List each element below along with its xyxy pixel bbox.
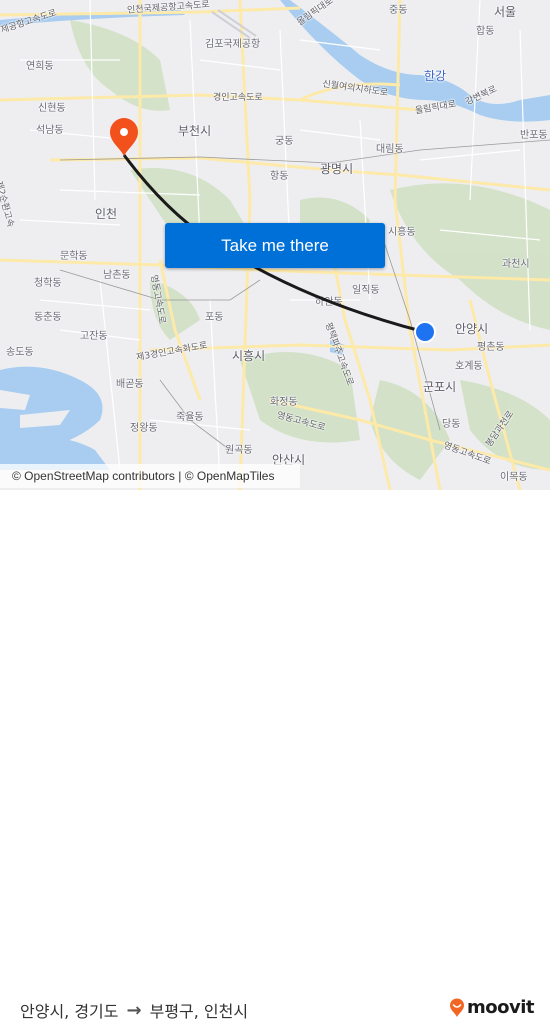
origin-label: 안양시, 경기도 xyxy=(20,1002,119,1021)
route-summary: 안양시, 경기도 → 부평구, 인천시 xyxy=(20,998,248,1022)
take-me-there-button[interactable]: Take me there xyxy=(165,223,385,268)
moovit-logo[interactable]: moovit xyxy=(449,997,535,1018)
arrow-right-icon: → xyxy=(126,999,142,1021)
moovit-pin-icon xyxy=(450,998,464,1017)
map[interactable]: 인천국제공항고속도로 제공항고속도로 김포국제공항 연희동 경인고속도로 신현동… xyxy=(0,0,550,490)
moovit-wordmark: moovit xyxy=(467,997,535,1018)
map-attribution[interactable]: © OpenStreetMap contributors | © OpenMap… xyxy=(0,464,300,488)
destination-pin-icon[interactable] xyxy=(110,118,138,156)
origin-marker[interactable] xyxy=(414,321,436,343)
footer: 안양시, 경기도 → 부평구, 인천시 moovit xyxy=(0,490,550,1021)
destination-label: 부평구, 인천시 xyxy=(149,1002,249,1021)
